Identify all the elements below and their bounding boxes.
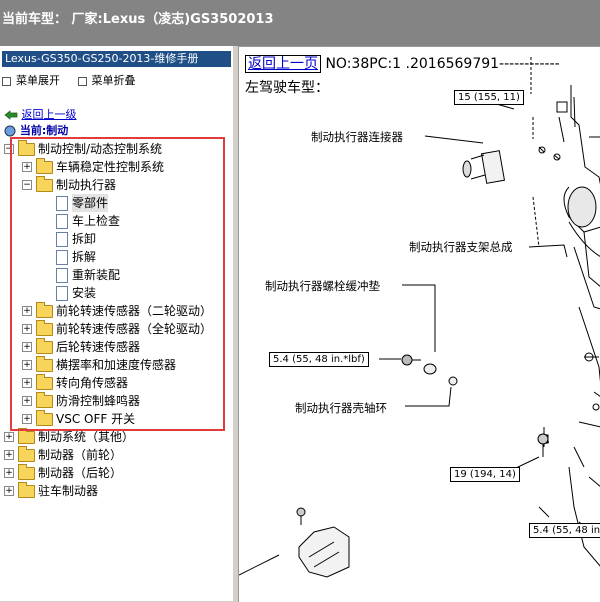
brake-actuator-diagram: [239, 57, 600, 578]
expand-toggle-icon[interactable]: +: [4, 450, 14, 460]
collapse-menu-label: 菜单折叠: [91, 74, 136, 87]
current-location-label: 当前:制动: [19, 124, 69, 137]
folder-icon: [18, 482, 35, 498]
content-nav: 返回上一页 NO:38PC:1 .2016569791------------: [245, 53, 560, 73]
manual-title: Lexus-GS350-GS250-2013-维修手册: [2, 51, 231, 67]
tree-node-label: 制动器（后轮）: [38, 466, 123, 480]
tree-node-label: 制动器（前轮）: [38, 448, 123, 462]
expand-icon: [2, 76, 11, 86]
page-heading: 左驾驶车型：: [245, 80, 329, 96]
folder-icon: [18, 446, 35, 462]
folder-icon: [18, 464, 35, 480]
document-id: NO:38PC:1 .2016569791------------: [325, 56, 560, 72]
back-page-button[interactable]: 返回上一页: [245, 55, 321, 73]
current-location: 当前:制动: [4, 122, 68, 138]
window-title-bar: 当前车型： 厂家:Lexus（凌志)GS3502013: [0, 0, 600, 46]
expand-toggle-icon[interactable]: +: [4, 486, 14, 496]
highlight-box: [10, 137, 225, 431]
callout-cushion: 制动执行器螺栓缓冲垫: [265, 279, 380, 293]
callout-bracket: 制动执行器支架总成: [409, 240, 513, 254]
tree-node-label: 驻车制动器: [38, 484, 99, 498]
collapse-menu-button[interactable]: 菜单折叠: [77, 74, 136, 87]
folder-icon: [18, 428, 35, 444]
torque-spec-2: 5.4 (55, 48 in.*lbf): [269, 352, 369, 367]
callout-connector: 制动执行器连接器: [311, 130, 403, 144]
tree-node-brake-rear[interactable]: + 制动器（后轮）: [0, 464, 230, 482]
expand-menu-button[interactable]: 菜单展开: [2, 74, 60, 87]
content-pane: 返回上一页 NO:38PC:1 .2016569791------------ …: [238, 46, 600, 602]
torque-spec-3: 19 (194, 14): [450, 467, 520, 482]
expand-menu-label: 菜单展开: [16, 74, 60, 87]
tree-node-parking-brake[interactable]: + 驻车制动器: [0, 482, 230, 500]
tree-node-brake-front[interactable]: + 制动器（前轮）: [0, 446, 230, 464]
back-page-label[interactable]: 返回上一页: [248, 56, 318, 72]
window-title: 当前车型： 厂家:Lexus（凌志)GS3502013: [2, 12, 274, 27]
expand-toggle-icon[interactable]: +: [4, 432, 14, 442]
menu-row: 菜单展开 菜单折叠: [2, 72, 150, 88]
back-arrow-icon: [4, 110, 18, 120]
torque-spec-1: 15 (155, 11): [454, 90, 524, 105]
expand-toggle-icon[interactable]: +: [4, 468, 14, 478]
collapse-icon: [77, 76, 87, 86]
globe-icon: [4, 125, 16, 137]
torque-spec-4: 5.4 (55, 48 in.*: [529, 523, 600, 538]
callout-collar: 制动执行器壳轴环: [295, 401, 387, 415]
back-up-level-label[interactable]: 返回上一级: [22, 108, 77, 121]
back-up-level-link[interactable]: 返回上一级: [4, 106, 77, 122]
